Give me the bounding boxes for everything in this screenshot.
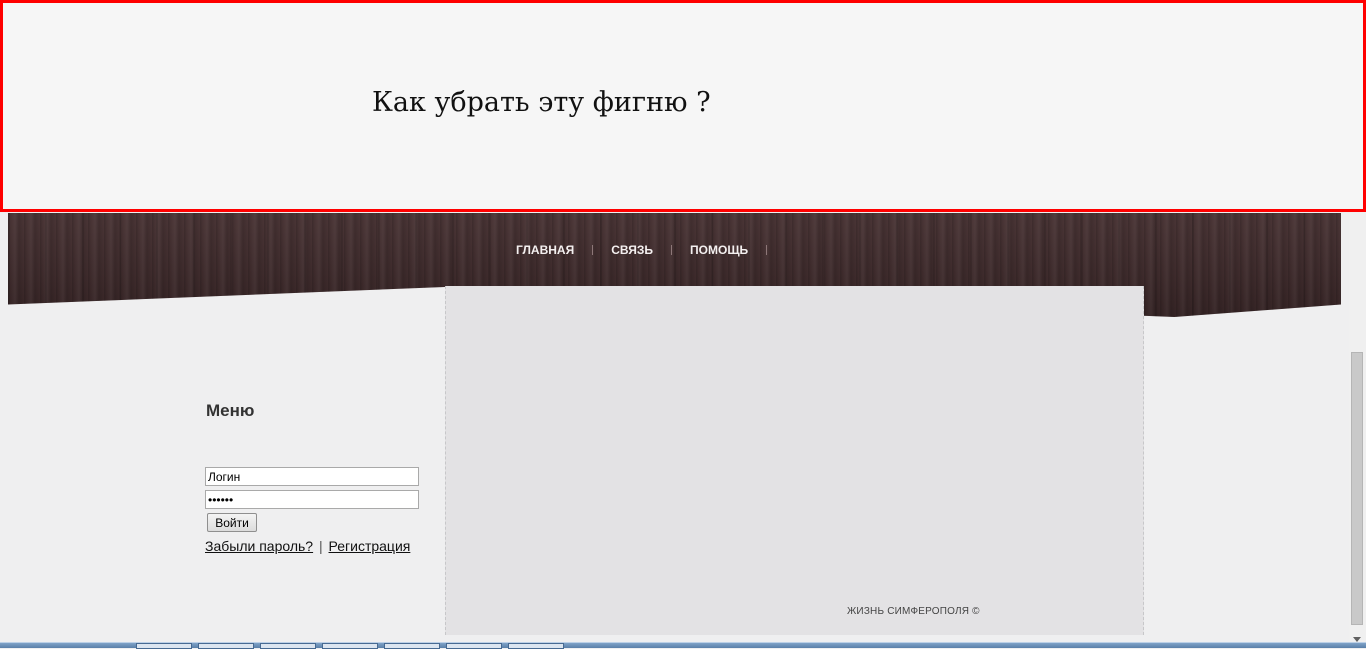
taskbar-button[interactable] <box>322 643 378 649</box>
taskbar-button[interactable] <box>508 643 564 649</box>
link-separator: | <box>318 538 323 554</box>
content-panel <box>445 286 1144 635</box>
nav-separator <box>766 245 768 255</box>
main-nav: ГЛАВНАЯ СВЯЗЬ ПОМОЩЬ <box>507 242 776 258</box>
annotation-box: Как убрать эту фигню ? <box>0 0 1366 212</box>
login-input[interactable] <box>205 467 419 486</box>
vertical-scrollbar[interactable] <box>1349 212 1366 648</box>
register-link[interactable]: Регистрация <box>329 538 411 554</box>
password-input[interactable] <box>205 490 419 509</box>
nav-item-help[interactable]: ПОМОЩЬ <box>681 243 757 257</box>
sidebar-title: Меню <box>206 401 255 420</box>
nav-separator <box>592 245 594 255</box>
nav-item-home[interactable]: ГЛАВНАЯ <box>507 243 583 257</box>
nav-item-contact[interactable]: СВЯЗЬ <box>602 243 662 257</box>
taskbar-button[interactable] <box>136 643 192 649</box>
taskbar <box>0 642 1366 649</box>
forgot-password-link[interactable]: Забыли пароль? <box>205 538 313 554</box>
taskbar-button[interactable] <box>260 643 316 649</box>
auth-links: Забыли пароль? | Регистрация <box>205 538 410 554</box>
taskbar-button[interactable] <box>446 643 502 649</box>
login-button[interactable]: Войти <box>207 513 257 532</box>
taskbar-button[interactable] <box>384 643 440 649</box>
annotation-text: Как убрать эту фигню ? <box>372 87 711 118</box>
scrollbar-thumb[interactable] <box>1351 352 1363 625</box>
nav-separator <box>671 245 673 255</box>
taskbar-button[interactable] <box>198 643 254 649</box>
footer-copyright: ЖИЗНЬ СИМФЕРОПОЛЯ © <box>847 606 980 617</box>
